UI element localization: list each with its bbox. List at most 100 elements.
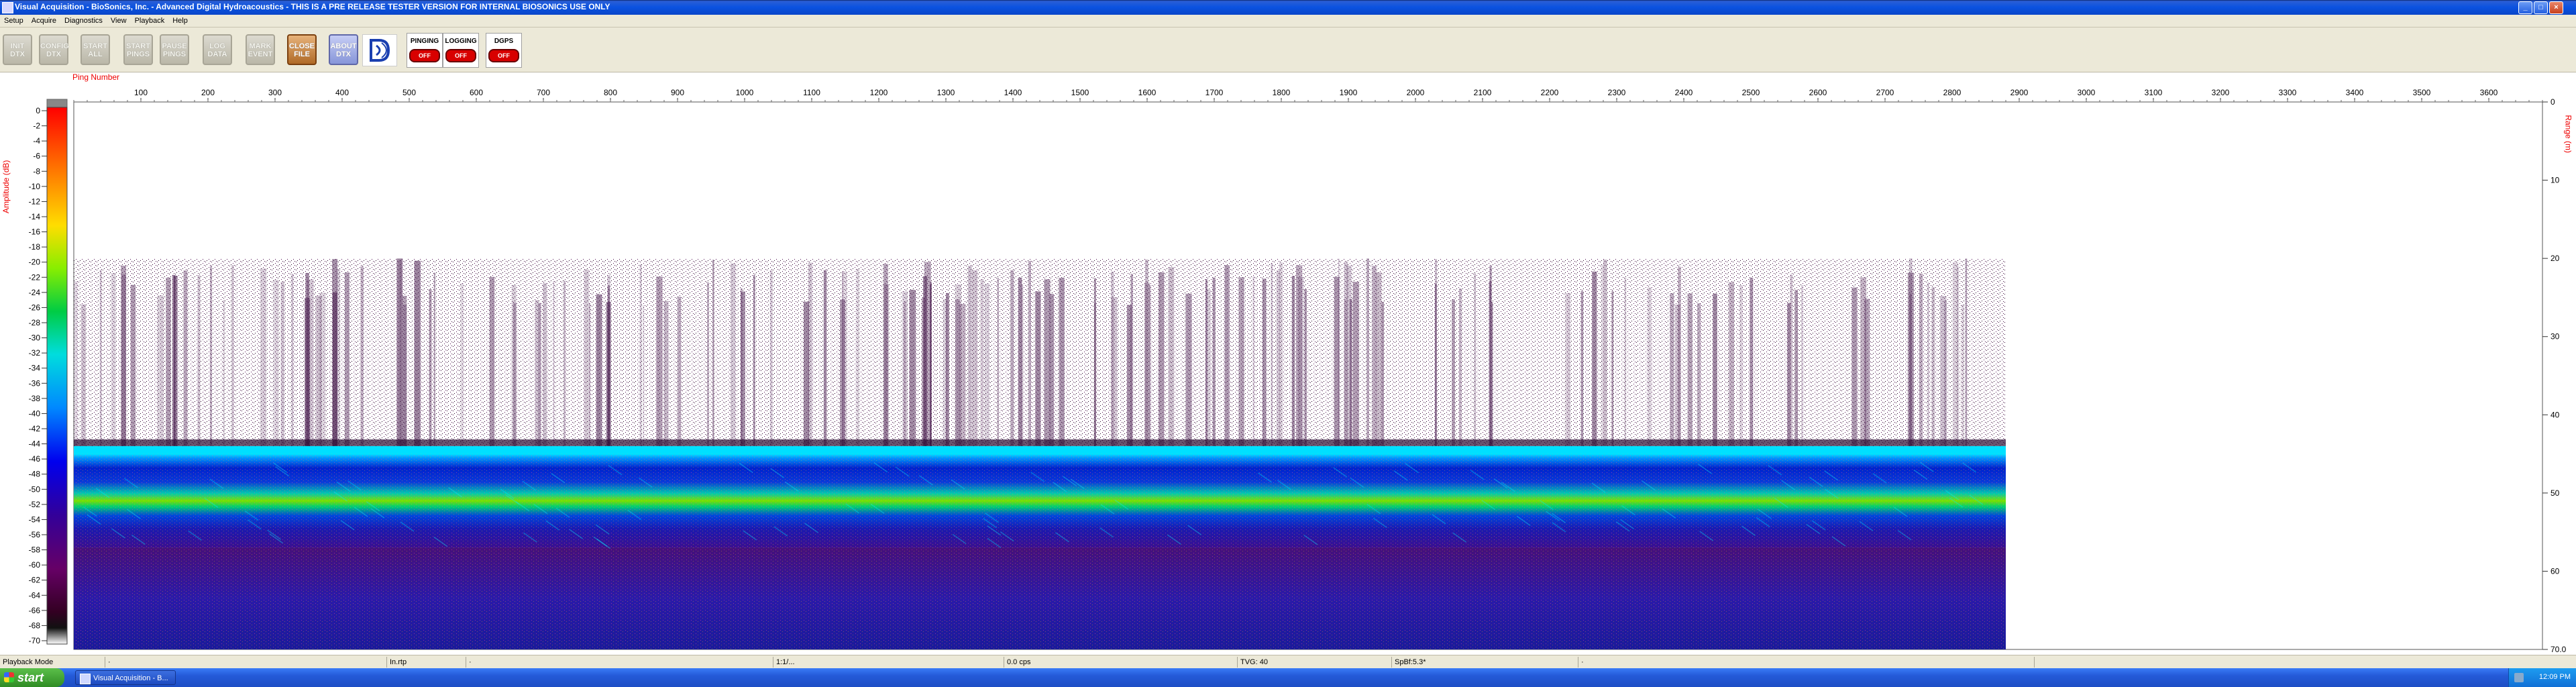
- menu-acquire[interactable]: Acquire: [28, 15, 60, 25]
- range-tick-label: 70.0: [2551, 645, 2567, 654]
- menu-setup[interactable]: Setup: [0, 15, 28, 25]
- echogram-data: [74, 258, 2006, 649]
- scatter-streak: [1018, 277, 1022, 446]
- amplitude-tick-label: -46: [29, 454, 41, 464]
- start-pings-button[interactable]: START PINGS: [123, 34, 153, 65]
- amplitude-tick-label: -4: [33, 136, 40, 146]
- amplitude-tick-label: -60: [29, 560, 41, 570]
- scatter-streak: [584, 269, 590, 446]
- scatter-streak: [1252, 276, 1254, 446]
- scatter-streak: [712, 260, 714, 446]
- mark-event-button[interactable]: MARK EVENT: [246, 34, 275, 65]
- close-file-button[interactable]: CLOSE FILE: [287, 34, 317, 65]
- range-tick-label: 40: [2551, 410, 2560, 419]
- status-rate: 0.0 cps: [1004, 657, 1030, 668]
- amplitude-tick-label: -14: [29, 212, 41, 221]
- range-tick-label: 30: [2551, 332, 2560, 341]
- app-icon: [80, 674, 91, 684]
- ping-tick-label: 500: [402, 88, 416, 97]
- ping-tick-label: 100: [134, 88, 148, 97]
- scatter-streak: [1739, 284, 1743, 446]
- status-tvg: TVG: 40: [1237, 657, 1268, 668]
- scatter-streak: [1489, 266, 1492, 446]
- ping-ticks: 100 200 300 400 500 600 700 800 900 1000 1100 1200 1…: [73, 88, 2543, 102]
- status-field-10: [2034, 657, 2574, 668]
- taskbar: start Visual Acquisition - B... 12:09 PM: [0, 668, 2576, 687]
- taskbar-item-visual-acquisition[interactable]: Visual Acquisition - B...: [75, 670, 176, 685]
- ping-tick-label: 2000: [1407, 88, 1425, 97]
- scatter-streak: [433, 272, 435, 446]
- amplitude-tick-label: -44: [29, 439, 41, 449]
- scatter-streak: [260, 268, 266, 446]
- status-filename: In.rtp: [386, 657, 407, 668]
- scatter-streak: [1376, 272, 1382, 446]
- scatter-streak: [943, 299, 947, 446]
- init-dtx-button[interactable]: INIT DTX: [3, 34, 32, 65]
- menu-help[interactable]: Help: [168, 15, 192, 25]
- scatter-streak: [1271, 263, 1273, 446]
- amplitude-tick-label: -26: [29, 303, 41, 312]
- scatter-streak: [489, 276, 495, 446]
- tray-network-icon[interactable]: [2514, 673, 2524, 682]
- scatter-streak: [677, 297, 682, 446]
- scatter-streak: [1697, 303, 1701, 446]
- close-button[interactable]: ×: [2549, 1, 2563, 14]
- amplitude-tick-label: -38: [29, 394, 41, 403]
- amplitude-tick-label: -18: [29, 242, 41, 252]
- echogram-panel: Ping Number Amplitude (dB) Range (m) 0 -…: [0, 72, 2576, 655]
- ping-tick-label: 3500: [2413, 88, 2431, 97]
- log-data-button[interactable]: LOG DATA: [203, 34, 232, 65]
- ping-tick-label: 200: [201, 88, 215, 97]
- ping-tick-label: 3400: [2346, 88, 2364, 97]
- scatter-streak: [1044, 279, 1051, 446]
- menu-diagnostics[interactable]: Diagnostics: [60, 15, 107, 25]
- scatter-streak: [1185, 293, 1192, 446]
- about-dtx-button[interactable]: ABOUT DTX: [329, 34, 358, 65]
- scatter-streak: [1927, 282, 1929, 446]
- scatter-streak: [1304, 288, 1307, 446]
- menu-view[interactable]: View: [107, 15, 131, 25]
- amplitude-tick-label: -30: [29, 333, 41, 343]
- maximize-button[interactable]: □: [2534, 1, 2548, 14]
- scatter-streak: [1674, 304, 1680, 446]
- scatter-streak: [414, 260, 421, 446]
- scatter-streak: [553, 280, 555, 446]
- ping-tick-label: 800: [604, 88, 617, 97]
- status-progress: 1:1/...: [773, 657, 795, 668]
- amplitude-tick-label: -6: [33, 152, 40, 161]
- scatter-streak: [1111, 271, 1114, 446]
- scatter-streak: [808, 262, 813, 446]
- scatter-streak: [1295, 265, 1303, 446]
- logging-indicator: LOGGING OFF: [443, 33, 479, 68]
- title-bar: Visual Acquisition - BioSonics, Inc. - A…: [0, 0, 2576, 15]
- scatter-streak: [1603, 259, 1607, 446]
- ping-tick-label: 1300: [937, 88, 955, 97]
- amplitude-tick-label: -56: [29, 530, 41, 539]
- scatter-streak: [1790, 274, 1793, 446]
- scatter-streak: [1687, 293, 1693, 446]
- ping-tick-label: 3000: [2078, 88, 2096, 97]
- minimize-button[interactable]: _: [2518, 1, 2532, 14]
- menu-playback[interactable]: Playback: [131, 15, 169, 25]
- scatter-streak: [1126, 305, 1132, 446]
- window-title: Visual Acquisition - BioSonics, Inc. - A…: [15, 2, 610, 11]
- start-button[interactable]: start: [0, 668, 64, 687]
- config-dtx-button[interactable]: CONFIG DTX: [39, 34, 69, 65]
- ping-tick-label: 3600: [2480, 88, 2498, 97]
- windows-flag-icon: [4, 672, 14, 682]
- scatter-streak: [1860, 277, 1866, 446]
- scatter-streak: [1168, 266, 1175, 446]
- scatter-streak: [80, 304, 86, 446]
- scatter-streak: [753, 274, 755, 446]
- scatter-streak: [707, 282, 709, 446]
- scatter-streak: [971, 270, 978, 446]
- scatter-streak: [1565, 293, 1570, 446]
- bottom-line: [74, 445, 2006, 456]
- pause-pings-button[interactable]: PAUSE PINGS: [160, 34, 189, 65]
- scatter-streak: [980, 278, 984, 446]
- scatter-streak: [1647, 287, 1652, 446]
- start-all-button[interactable]: START ALL: [80, 34, 110, 65]
- scatter-streak: [1944, 300, 1947, 446]
- scatter-streak: [111, 272, 116, 446]
- amplitude-tick-label: -64: [29, 590, 41, 600]
